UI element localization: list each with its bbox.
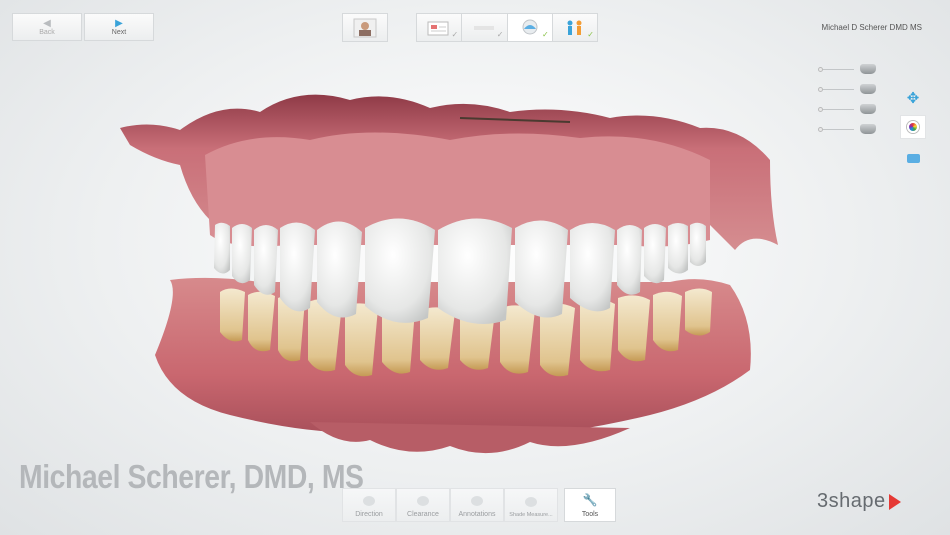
color-wheel-icon[interactable] [900,115,926,139]
next-button[interactable]: ▶ Next [84,13,154,41]
visibility-slider-upper-restoration[interactable] [818,82,878,96]
slider-knob[interactable] [818,106,823,112]
antagonist-icon [860,124,876,134]
brand-logo: 3shape [817,490,901,513]
tools-button[interactable]: 🔧 Tools [564,488,616,522]
patient-photo-icon [353,18,377,37]
clearance-icon [417,496,429,506]
check-icon: ✓ [496,30,504,39]
view-mode-icon[interactable] [900,146,926,170]
step-scan[interactable]: ✓ [462,14,508,41]
slider-knob[interactable] [818,66,823,72]
step-design[interactable]: ✓ [507,14,553,41]
author-watermark: Michael Scherer, DMD, MS [19,458,364,495]
check-icon: ✓ [451,30,459,39]
back-label: Back [39,28,55,36]
direction-button[interactable]: Direction [342,488,396,522]
visibility-slider-lower[interactable] [818,102,878,116]
order-form-icon [427,21,449,35]
arrow-left-icon: ◀ [43,17,51,29]
dental-scan-viewport[interactable] [110,70,800,470]
shade-measure-button[interactable]: Shade Measure... [504,488,558,522]
back-button[interactable]: ◀ Back [12,13,82,41]
workflow-steps: ✓ ✓ ✓ ✓ [416,13,598,42]
step-prescription[interactable]: ✓ [417,14,463,41]
move-icon[interactable]: ✥ [900,86,926,110]
brand-triangle-icon [888,493,901,510]
design-step-icon [522,19,538,34]
finish-step-icon [567,20,582,35]
arrow-right-icon: ▶ [115,17,123,29]
check-icon: ✓ [542,30,549,39]
visibility-slider-antagonist[interactable] [818,122,878,136]
step-finish[interactable]: ✓ [553,14,597,41]
visibility-slider-upper[interactable] [818,62,878,76]
wrench-icon: 🔧 [582,493,598,507]
restoration-icon [860,84,876,94]
slider-knob[interactable] [818,126,823,132]
upper-jaw-icon [860,64,876,74]
lower-jaw-icon [860,104,876,114]
next-label: Next [111,28,127,36]
user-name: Michael D Scherer DMD MS [821,23,922,32]
step-profile[interactable] [342,13,388,42]
scan-step-icon [474,25,495,30]
shade-measure-icon [525,497,537,507]
direction-icon [363,496,375,506]
brand-name: 3shape [817,490,886,512]
bottom-toolbar: Direction Clearance Annotations Shade Me… [342,488,616,522]
check-icon: ✓ [587,30,594,39]
annotations-button[interactable]: Annotations [450,488,504,522]
clearance-button[interactable]: Clearance [396,488,450,522]
slider-knob[interactable] [818,86,823,92]
annotations-icon [471,496,483,506]
